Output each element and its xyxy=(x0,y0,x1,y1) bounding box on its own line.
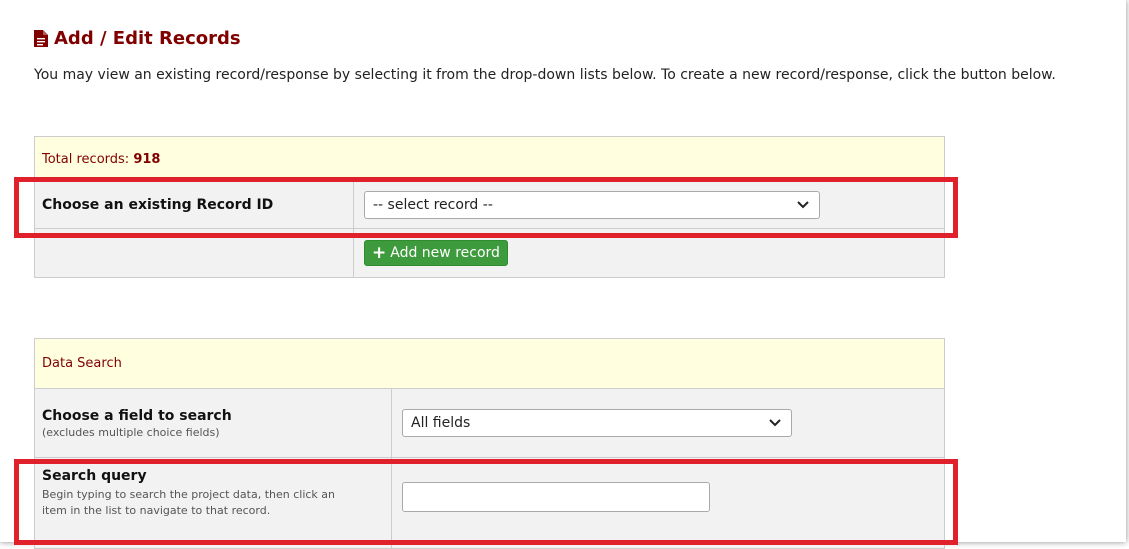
plus-icon: + xyxy=(372,242,387,263)
choose-record-cell: -- select record -- xyxy=(353,181,945,229)
records-panel: Total records: 918 Choose an existing Re… xyxy=(34,136,945,278)
search-field-note: (excludes multiple choice fields) xyxy=(42,425,220,439)
add-record-cell: + Add new record xyxy=(353,228,945,278)
search-field-label-cell: Choose a field to search (excludes multi… xyxy=(34,388,392,458)
search-query-label: Search query xyxy=(42,468,147,484)
total-records-row: Total records: 918 xyxy=(34,136,945,182)
total-records-label: Total records: xyxy=(42,151,134,167)
total-records-count: 918 xyxy=(133,151,161,167)
data-search-panel: Data Search Choose a field to search (ex… xyxy=(34,338,945,549)
record-select[interactable]: -- select record -- xyxy=(364,191,820,219)
page-title-text: Add / Edit Records xyxy=(54,28,241,49)
file-icon xyxy=(34,30,48,47)
chevron-down-icon xyxy=(797,201,809,209)
search-query-label-cell: Search query Begin typing to search the … xyxy=(34,457,392,549)
empty-label-cell xyxy=(34,228,354,278)
search-query-input[interactable] xyxy=(402,482,710,512)
record-select-value: -- select record -- xyxy=(373,197,493,213)
search-field-select[interactable]: All fields xyxy=(402,409,792,437)
intro-text: You may view an existing record/response… xyxy=(34,67,1056,83)
chevron-down-icon xyxy=(769,419,781,427)
search-field-label: Choose a field to search xyxy=(42,407,232,424)
page-frame: Add / Edit Records You may view an exist… xyxy=(0,0,1126,549)
add-new-record-button[interactable]: + Add new record xyxy=(364,240,508,266)
search-field-select-value: All fields xyxy=(411,415,471,431)
add-new-record-label: Add new record xyxy=(390,245,500,261)
search-field-cell: All fields xyxy=(391,388,945,458)
search-query-note: Begin typing to search the project data,… xyxy=(42,488,336,517)
data-search-header: Data Search xyxy=(34,338,945,389)
page-title: Add / Edit Records xyxy=(34,28,241,49)
choose-record-label: Choose an existing Record ID xyxy=(34,181,354,229)
search-query-cell xyxy=(391,457,945,549)
